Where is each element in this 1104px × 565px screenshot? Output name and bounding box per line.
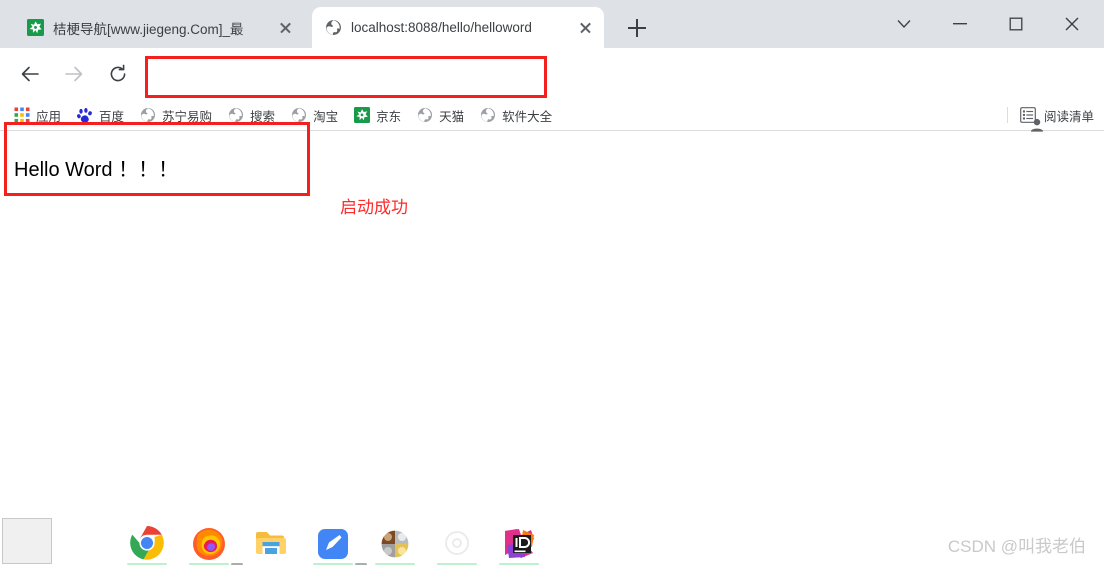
minimize-icon xyxy=(953,23,967,25)
close-icon[interactable] xyxy=(276,18,295,37)
tab-title: localhost:8088/hello/helloword xyxy=(351,20,532,35)
bookmark-apps[interactable]: 应用 xyxy=(14,103,69,127)
arrow-left-icon xyxy=(21,66,39,82)
taskbar-item-firefox[interactable] xyxy=(186,523,243,565)
globe-icon xyxy=(326,20,341,35)
divider xyxy=(1006,107,1008,123)
taskbar-item-editor[interactable] xyxy=(310,523,367,565)
taskbar-item-photos[interactable] xyxy=(372,523,418,565)
jiegeng-green-flower-icon xyxy=(27,19,44,36)
bookmark-taobao[interactable]: 淘宝 xyxy=(291,103,346,127)
reading-list-button[interactable]: 阅读清单 xyxy=(1006,103,1094,127)
reload-button[interactable] xyxy=(102,58,134,90)
firefox-icon xyxy=(193,528,225,560)
browser-window: 桔梗导航[www.jiegeng.Com]_最 localhost:8088/h… xyxy=(0,0,1104,565)
page-viewport: Hello Word ！！！ 启动成功 xyxy=(0,130,1104,505)
taskbar-item-chrome[interactable] xyxy=(124,523,170,565)
editor-pen-icon xyxy=(318,529,348,559)
close-icon[interactable] xyxy=(576,18,595,37)
taskbar-item-file-explorer[interactable] xyxy=(248,523,294,565)
jiegeng-green-flower-icon xyxy=(354,107,371,123)
taskbar-item-faint-app[interactable] xyxy=(434,523,480,565)
page-body-text: Hello Word ！！！ xyxy=(14,159,179,181)
bookmark-label: 应用 xyxy=(36,109,62,124)
taskbar-item-intellij[interactable] xyxy=(496,523,542,565)
bookmark-label: 百度 xyxy=(99,109,125,124)
arrow-right-icon xyxy=(65,66,83,82)
faint-gear-icon xyxy=(445,531,469,555)
forward-button[interactable] xyxy=(58,58,90,90)
apps-grid-icon xyxy=(14,107,30,123)
tab-jiegeng[interactable]: 桔梗导航[www.jiegeng.Com]_最 xyxy=(14,7,304,48)
globe-gray-icon xyxy=(418,108,433,122)
tab-strip: 桔梗导航[www.jiegeng.Com]_最 localhost:8088/h… xyxy=(0,0,1104,48)
file-explorer-icon xyxy=(256,532,286,554)
desktop-taskbar: CSDN @叫我老伯 xyxy=(0,505,1104,565)
browser-toolbar: localhost:8088/hello/helloword xyxy=(0,48,1104,141)
chevron-down-icon xyxy=(897,20,911,28)
bookmark-tmall[interactable]: 天猫 xyxy=(417,103,472,127)
tab-title: 桔梗导航[www.jiegeng.Com]_最 xyxy=(53,21,244,37)
globe-gray-icon xyxy=(141,108,156,122)
annotation-note: 启动成功 xyxy=(340,198,408,217)
baidu-paw-icon xyxy=(77,108,92,123)
tab-search-button[interactable] xyxy=(876,0,932,48)
bookmark-label: 软件大全 xyxy=(502,109,553,124)
globe-gray-icon xyxy=(229,108,244,122)
desktop-panel xyxy=(2,518,52,564)
bookmark-suning[interactable]: 苏宁易购 xyxy=(140,103,220,127)
avatar-icon xyxy=(1030,118,1044,132)
globe-gray-icon xyxy=(292,108,307,122)
tab-localhost[interactable]: localhost:8088/hello/helloword xyxy=(312,7,604,48)
minimize-button[interactable] xyxy=(932,0,988,48)
reload-icon xyxy=(110,64,126,82)
maximize-button[interactable] xyxy=(988,0,1044,48)
bookmark-label: 天猫 xyxy=(439,109,465,124)
bookmark-baidu[interactable]: 百度 xyxy=(77,103,132,127)
bookmark-label: 淘宝 xyxy=(313,109,339,124)
csdn-watermark: CSDN @叫我老伯 xyxy=(947,537,1086,556)
reading-list-label: 阅读清单 xyxy=(1043,109,1094,124)
close-icon xyxy=(1065,17,1079,31)
bookmark-search[interactable]: 搜索 xyxy=(228,103,283,127)
bookmarks-bar: 应用 百度 苏宁易购 搜索 淘宝 京东 天猫 软件大全 阅读清单 xyxy=(0,100,1104,130)
bookmark-label: 苏宁易购 xyxy=(162,109,213,124)
back-button[interactable] xyxy=(14,58,46,90)
photos-icon xyxy=(380,529,410,559)
close-window-button[interactable] xyxy=(1044,0,1100,48)
bookmark-label: 搜索 xyxy=(250,109,276,124)
globe-gray-icon xyxy=(481,108,496,122)
bookmark-label: 京东 xyxy=(376,109,402,124)
maximize-icon xyxy=(1009,17,1023,31)
new-tab-button[interactable] xyxy=(620,13,654,43)
bookmark-jd[interactable]: 京东 xyxy=(354,103,409,127)
bookmark-software[interactable]: 软件大全 xyxy=(480,103,560,127)
chrome-icon xyxy=(130,526,164,560)
intellij-idea-icon xyxy=(505,529,534,558)
